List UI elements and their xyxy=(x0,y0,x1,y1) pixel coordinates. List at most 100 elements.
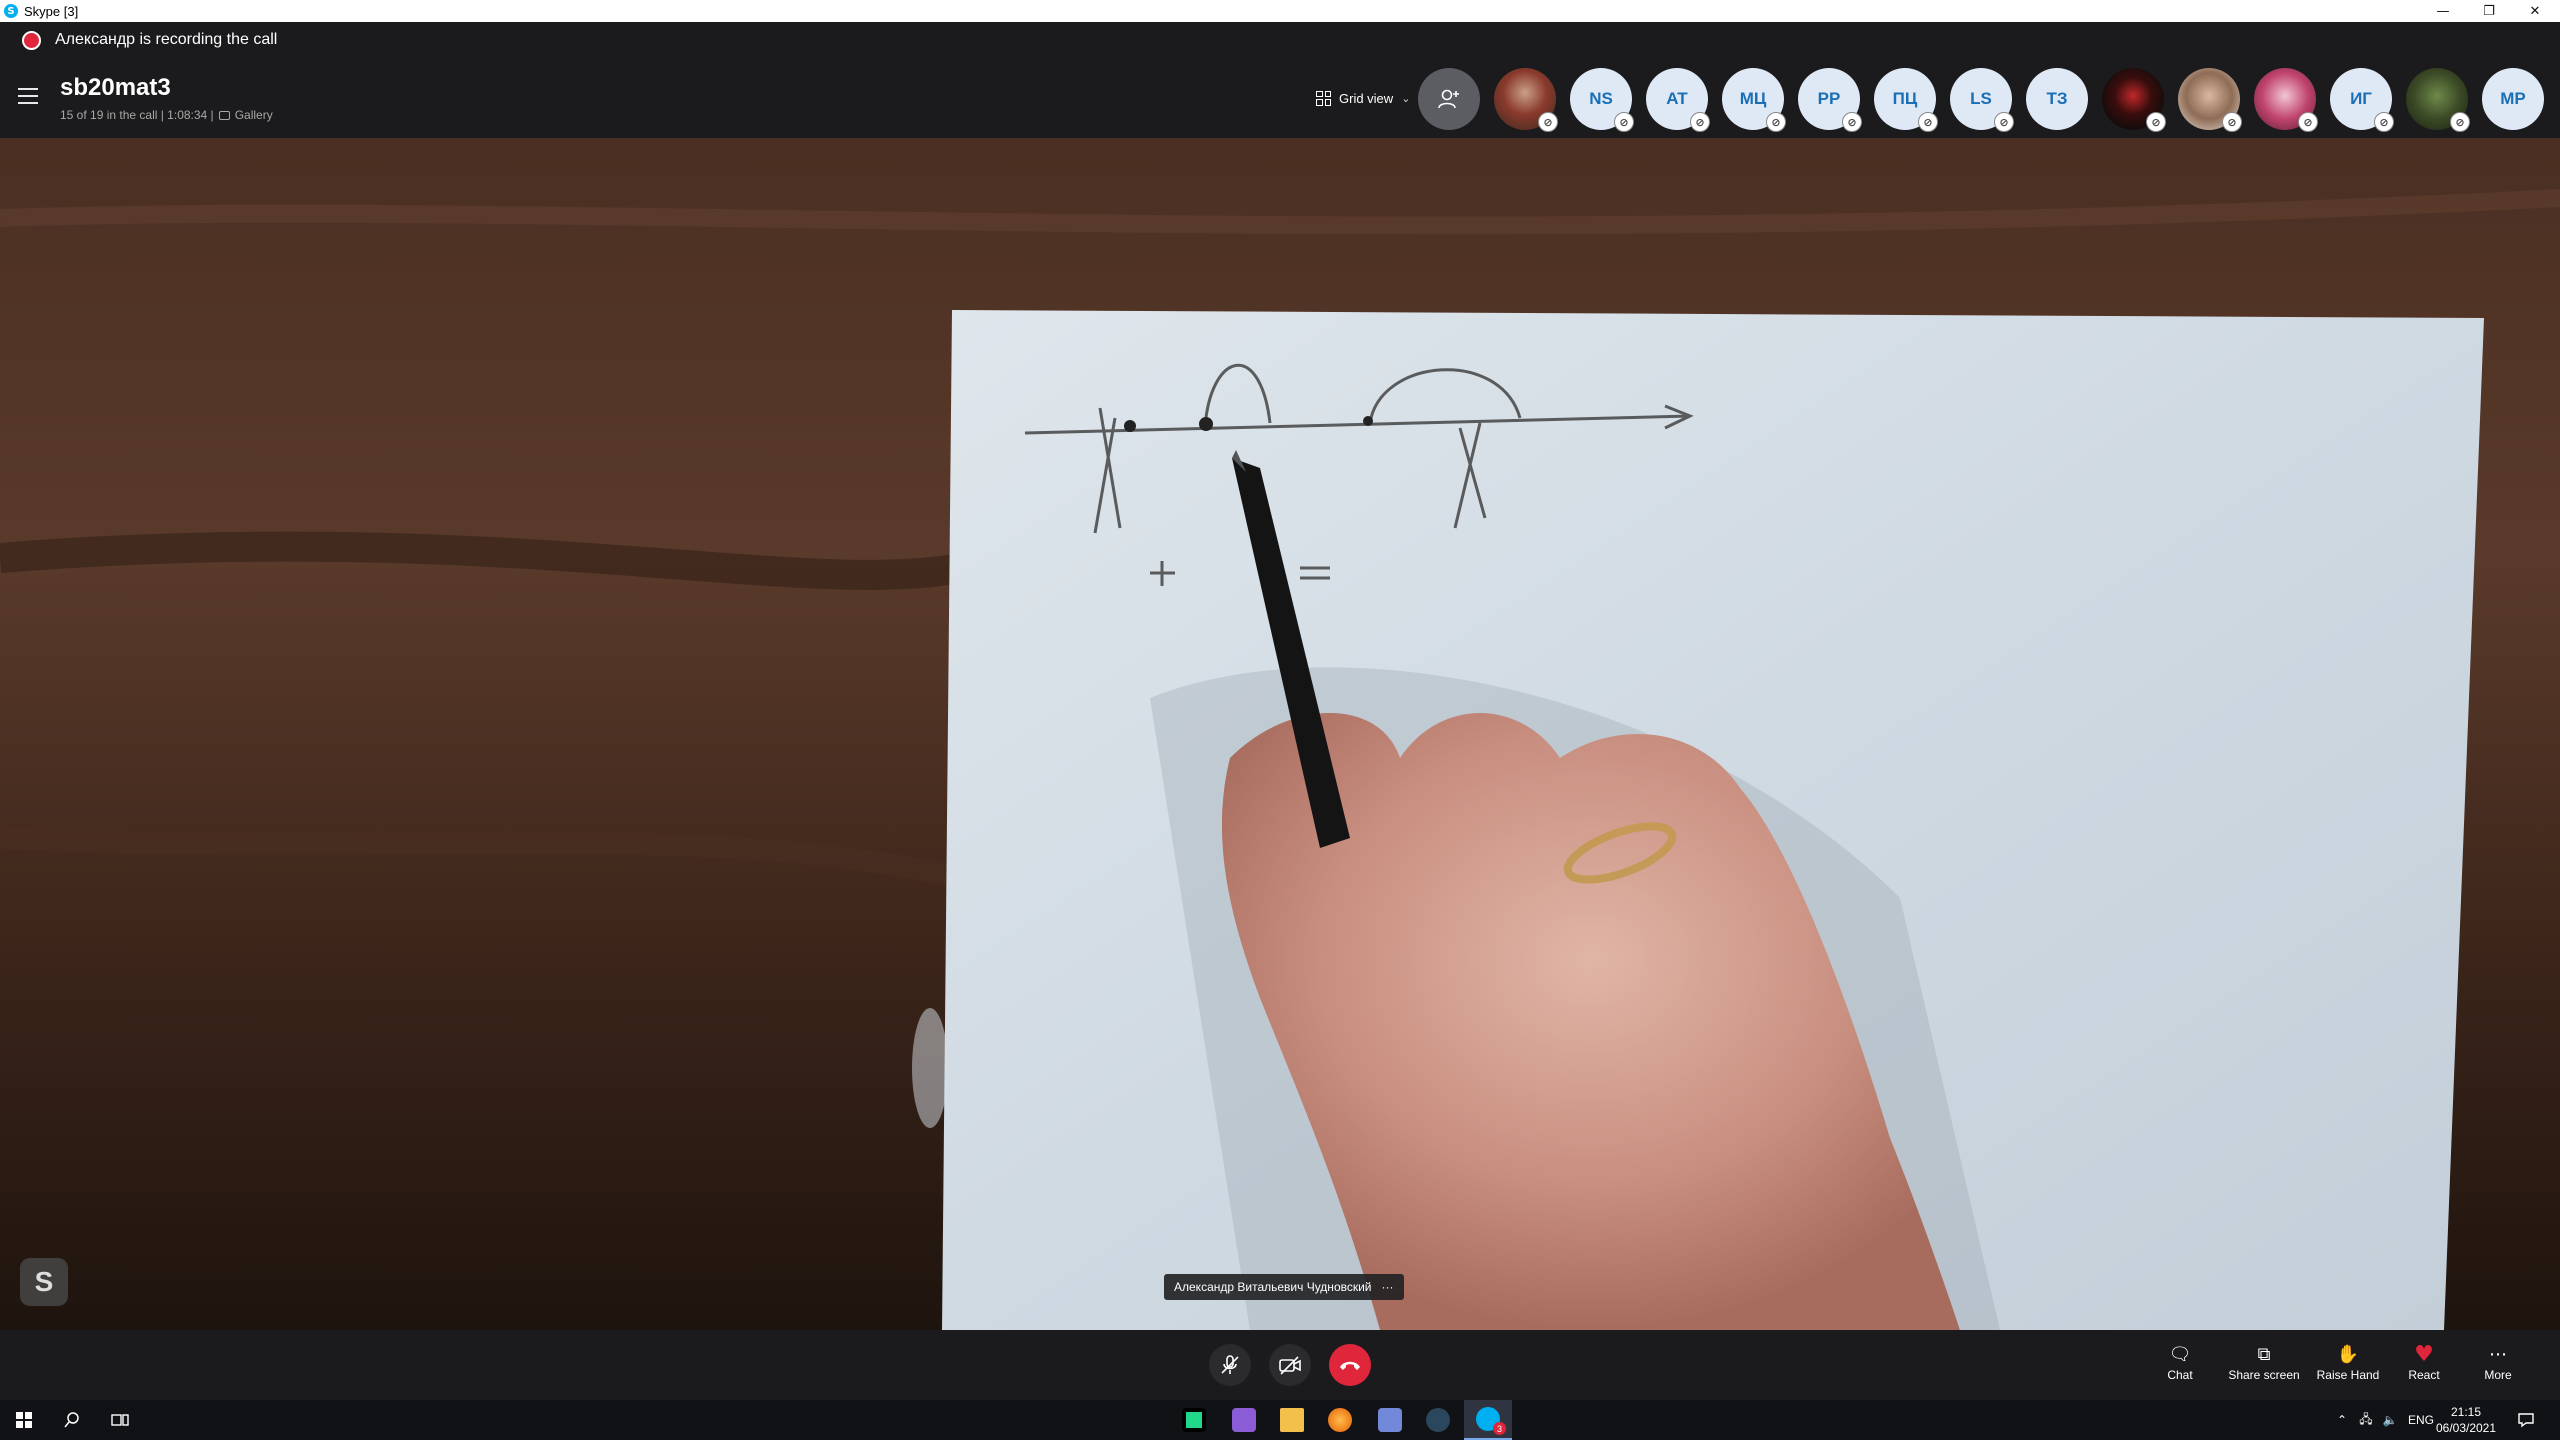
add-participant-button[interactable] xyxy=(1418,68,1480,130)
participant-initials: AT xyxy=(1666,89,1688,108)
participant-avatar-photo[interactable]: ⊘ xyxy=(1494,68,1558,132)
discord-taskbar-icon[interactable] xyxy=(1366,1400,1414,1440)
steam-taskbar-icon[interactable] xyxy=(1414,1400,1462,1440)
mic-muted-icon: ⊘ xyxy=(2146,112,2166,132)
participant-initials: МЦ xyxy=(1739,89,1767,108)
call-title: sb20mat3 xyxy=(60,74,171,101)
start-button[interactable] xyxy=(10,1406,38,1434)
window-title: Skype [3] xyxy=(24,3,79,19)
mic-muted-icon: ⊘ xyxy=(2222,112,2242,132)
grid-view-dropdown[interactable]: Grid view ⌄ xyxy=(1316,86,1410,110)
mic-muted-icon: ⊘ xyxy=(1690,112,1710,132)
mic-muted-icon: ⊘ xyxy=(1766,112,1786,132)
mic-muted-icon: ⊘ xyxy=(2298,112,2318,132)
mic-muted-icon: ⊘ xyxy=(1614,112,1634,132)
more-button[interactable]: ⋯ More xyxy=(2458,1340,2538,1394)
visual-studio-taskbar-icon[interactable] xyxy=(1220,1400,1268,1440)
more-label: More xyxy=(2484,1368,2512,1382)
hand-icon: ✋ xyxy=(2336,1343,2360,1365)
search-icon[interactable] xyxy=(58,1406,86,1434)
add-person-icon xyxy=(1438,89,1459,109)
heart-icon: ♥ xyxy=(2414,1341,2434,1367)
participant-avatar-photo[interactable]: ⊘ xyxy=(2254,68,2318,132)
skype-watermark-icon: S xyxy=(20,1258,68,1306)
participant-avatar[interactable]: AT ⊘ xyxy=(1646,68,1710,132)
mic-muted-icon: ⊘ xyxy=(1994,112,2014,132)
share-screen-button[interactable]: ⧉ Share screen xyxy=(2224,1340,2304,1394)
participant-initials: ИГ xyxy=(2350,89,2372,108)
raise-hand-label: Raise Hand xyxy=(2316,1368,2380,1382)
speaker-name: Александр Витальевич Чудновский xyxy=(1174,1280,1372,1294)
chat-icon: 🗨 xyxy=(2168,1343,2192,1365)
participant-avatar[interactable]: МЦ ⊘ xyxy=(1722,68,1786,132)
skype-notification-badge: 3 xyxy=(1493,1422,1506,1435)
raise-hand-button[interactable]: ✋ Raise Hand xyxy=(2308,1340,2388,1394)
call-controls-bar: 🗨 Chat ⧉ Share screen ✋ Raise Hand ♥ Rea… xyxy=(0,1330,2560,1400)
participant-avatar[interactable]: NS ⊘ xyxy=(1570,68,1634,132)
participant-avatar[interactable]: ИГ ⊘ xyxy=(2330,68,2394,132)
gallery-icon xyxy=(218,110,230,120)
windows-logo-icon xyxy=(16,1412,32,1428)
participant-avatar[interactable]: PP ⊘ xyxy=(1798,68,1862,132)
clock-time: 21:15 xyxy=(2450,1405,2482,1419)
camera-off-icon xyxy=(1279,1356,1301,1375)
call-subtitle: 15 of 19 in the call | 1:08:34 | Gallery xyxy=(60,108,273,122)
task-view-icon[interactable] xyxy=(106,1406,134,1434)
participant-avatar-photo[interactable]: ⊘ xyxy=(2178,68,2242,132)
video-frame-image xyxy=(0,138,2560,1330)
participant-avatar[interactable]: ТЗ xyxy=(2026,68,2088,130)
chat-label: Chat xyxy=(2167,1368,2193,1382)
call-status-text: 15 of 19 in the call | 1:08:34 | xyxy=(60,108,214,122)
share-screen-label: Share screen xyxy=(2228,1368,2300,1382)
window-titlebar: S Skype [3] — ❐ ✕ xyxy=(0,0,2560,22)
notifications-icon[interactable] xyxy=(2512,1406,2540,1434)
hang-up-icon xyxy=(1340,1361,1360,1370)
share-screen-icon: ⧉ xyxy=(2257,1343,2271,1365)
end-call-button[interactable] xyxy=(1329,1344,1371,1386)
ellipsis-icon: ⋯ xyxy=(2489,1343,2507,1365)
skype-taskbar-icon[interactable]: 3 xyxy=(1464,1400,1512,1440)
recording-text: Александр is recording the call xyxy=(55,31,278,48)
participant-initials: MP xyxy=(2500,89,2526,108)
hamburger-menu-icon[interactable] xyxy=(18,88,40,106)
mic-muted-icon: ⊘ xyxy=(2374,112,2394,132)
speaker-name-tag[interactable]: Александр Витальевич Чудновский ··· xyxy=(1164,1274,1404,1300)
react-label: React xyxy=(2408,1368,2440,1382)
mic-muted-icon: ⊘ xyxy=(1918,112,1938,132)
volume-icon[interactable]: 🔈 xyxy=(2378,1413,2402,1427)
recording-banner: Александр is recording the call xyxy=(0,22,2560,58)
close-button[interactable]: ✕ xyxy=(2512,0,2558,22)
grid-view-label: Grid view xyxy=(1339,90,1394,106)
mute-microphone-button[interactable] xyxy=(1209,1344,1251,1386)
pycharm-taskbar-icon[interactable] xyxy=(1170,1400,1218,1440)
participant-avatar[interactable]: MP xyxy=(2482,68,2544,130)
call-header: sb20mat3 15 of 19 in the call | 1:08:34 … xyxy=(0,58,2560,138)
participant-initials: LS xyxy=(1970,89,1992,108)
participant-initials: PP xyxy=(1817,89,1841,108)
mic-muted-icon: ⊘ xyxy=(2450,112,2470,132)
taskbar-clock[interactable]: 21:15 06/03/2021 xyxy=(2432,1404,2500,1436)
file-explorer-taskbar-icon[interactable] xyxy=(1268,1400,1316,1440)
minimize-button[interactable]: — xyxy=(2420,0,2466,22)
windows-taskbar: 3 ⌃ 🖧 🔈 ENG 21:15 06/03/2021 xyxy=(0,1400,2560,1440)
more-options-icon[interactable]: ··· xyxy=(1382,1280,1394,1294)
grid-icon xyxy=(1316,90,1331,106)
participant-initials: ПЦ xyxy=(1892,89,1918,108)
show-hidden-icons-chevron-icon[interactable]: ⌃ xyxy=(2330,1413,2354,1427)
network-icon[interactable]: 🖧 xyxy=(2354,1410,2378,1431)
mic-muted-icon: ⊘ xyxy=(1842,112,1862,132)
react-button[interactable]: ♥ React xyxy=(2384,1340,2464,1394)
participant-avatar-photo[interactable]: ⊘ xyxy=(2102,68,2166,132)
participant-avatar[interactable]: ПЦ ⊘ xyxy=(1874,68,1938,132)
gallery-label[interactable]: Gallery xyxy=(235,108,273,122)
recording-icon xyxy=(22,30,41,50)
chat-button[interactable]: 🗨 Chat xyxy=(2140,1340,2220,1394)
participant-initials: ТЗ xyxy=(2046,89,2068,108)
video-feed[interactable]: S Александр Витальевич Чудновский ··· xyxy=(0,138,2560,1330)
participant-avatar-photo[interactable]: ⊘ xyxy=(2406,68,2470,132)
participant-avatar[interactable]: LS ⊘ xyxy=(1950,68,2014,132)
chevron-down-icon: ⌄ xyxy=(1401,91,1411,105)
camera-toggle-button[interactable] xyxy=(1269,1344,1311,1386)
firefox-taskbar-icon[interactable] xyxy=(1316,1400,1364,1440)
restore-button[interactable]: ❐ xyxy=(2466,0,2512,22)
